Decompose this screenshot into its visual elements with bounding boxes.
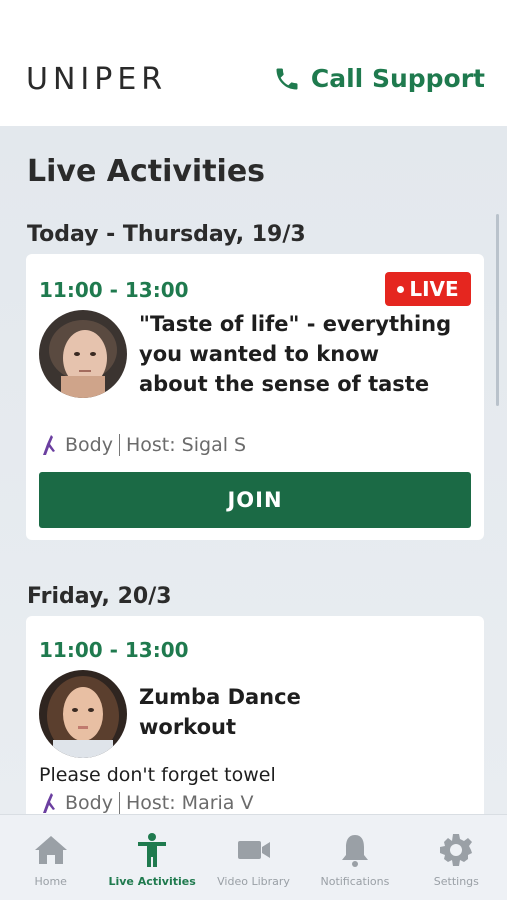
main-content[interactable]: Live Activities Today - Thursday, 19/3 1… bbox=[0, 126, 507, 814]
activity-title-line: "Taste of life" - everything bbox=[139, 312, 452, 336]
nav-item-notifications[interactable]: Notifications bbox=[304, 815, 405, 900]
nav-label: Notifications bbox=[320, 875, 390, 888]
call-support-button[interactable]: Call Support bbox=[273, 64, 485, 93]
scrollbar[interactable] bbox=[496, 214, 499, 406]
activity-card[interactable]: 11:00 - 13:00 LIVE "Taste of life" - eve… bbox=[26, 254, 484, 540]
nav-item-live-activities[interactable]: Live Activities bbox=[101, 815, 202, 900]
day-label-friday: Friday, 20/3 bbox=[27, 584, 172, 609]
app-header: UNIPER Call Support bbox=[0, 0, 507, 126]
phone-icon bbox=[276, 68, 298, 89]
call-support-label: Call Support bbox=[310, 64, 485, 93]
activity-title: Zumba Dance workout bbox=[139, 682, 301, 742]
activity-title-line: you wanted to know bbox=[139, 342, 380, 366]
live-badge-label: LIVE bbox=[409, 277, 459, 301]
live-badge: LIVE bbox=[385, 272, 471, 306]
home-icon bbox=[34, 836, 67, 864]
activity-time: 11:00 - 13:00 bbox=[39, 278, 189, 302]
nav-item-home[interactable]: Home bbox=[0, 815, 101, 900]
activity-meta: Body Host: Maria V bbox=[39, 792, 253, 814]
uniper-logo: UNIPER bbox=[26, 62, 168, 97]
join-button[interactable]: JOIN bbox=[39, 472, 471, 528]
category-label: Body bbox=[65, 434, 113, 456]
nav-label: Video Library bbox=[217, 875, 290, 888]
host-label: Host: Maria V bbox=[125, 792, 254, 814]
activity-time: 11:00 - 13:00 bbox=[39, 638, 189, 662]
nav-label: Settings bbox=[433, 875, 479, 888]
meta-divider bbox=[118, 434, 120, 456]
nav-label: Live Activities bbox=[108, 875, 196, 888]
activity-title-line: about the sense of taste bbox=[139, 372, 430, 396]
gear-icon bbox=[440, 834, 473, 866]
bell-icon bbox=[341, 835, 368, 867]
host-avatar bbox=[39, 670, 127, 758]
activity-note: Please don't forget towel bbox=[39, 764, 276, 786]
meta-divider bbox=[118, 792, 120, 814]
body-category-icon bbox=[43, 435, 55, 455]
host-avatar bbox=[39, 310, 127, 398]
activity-title: "Taste of life" - everything you wanted … bbox=[139, 309, 451, 399]
nav-item-settings[interactable]: Settings bbox=[406, 815, 507, 900]
person-icon bbox=[138, 833, 167, 867]
activity-title-line: Zumba Dance bbox=[139, 685, 301, 709]
live-dot-icon bbox=[397, 285, 405, 293]
nav-item-video-library[interactable]: Video Library bbox=[203, 815, 304, 900]
activity-title-line: workout bbox=[139, 715, 237, 739]
video-camera-icon bbox=[237, 841, 270, 859]
host-label: Host: Sigal S bbox=[125, 434, 247, 456]
bottom-nav: Home Live Activities Video Library Notif… bbox=[0, 814, 507, 900]
category-label: Body bbox=[65, 792, 113, 814]
activity-meta: Body Host: Sigal S bbox=[39, 434, 246, 456]
day-label-today: Today - Thursday, 19/3 bbox=[27, 222, 306, 247]
body-category-icon bbox=[43, 793, 55, 813]
page-title: Live Activities bbox=[27, 154, 266, 189]
activity-card[interactable]: 11:00 - 13:00 Zumba Dance workout Please… bbox=[26, 616, 484, 814]
nav-label: Home bbox=[34, 875, 67, 888]
